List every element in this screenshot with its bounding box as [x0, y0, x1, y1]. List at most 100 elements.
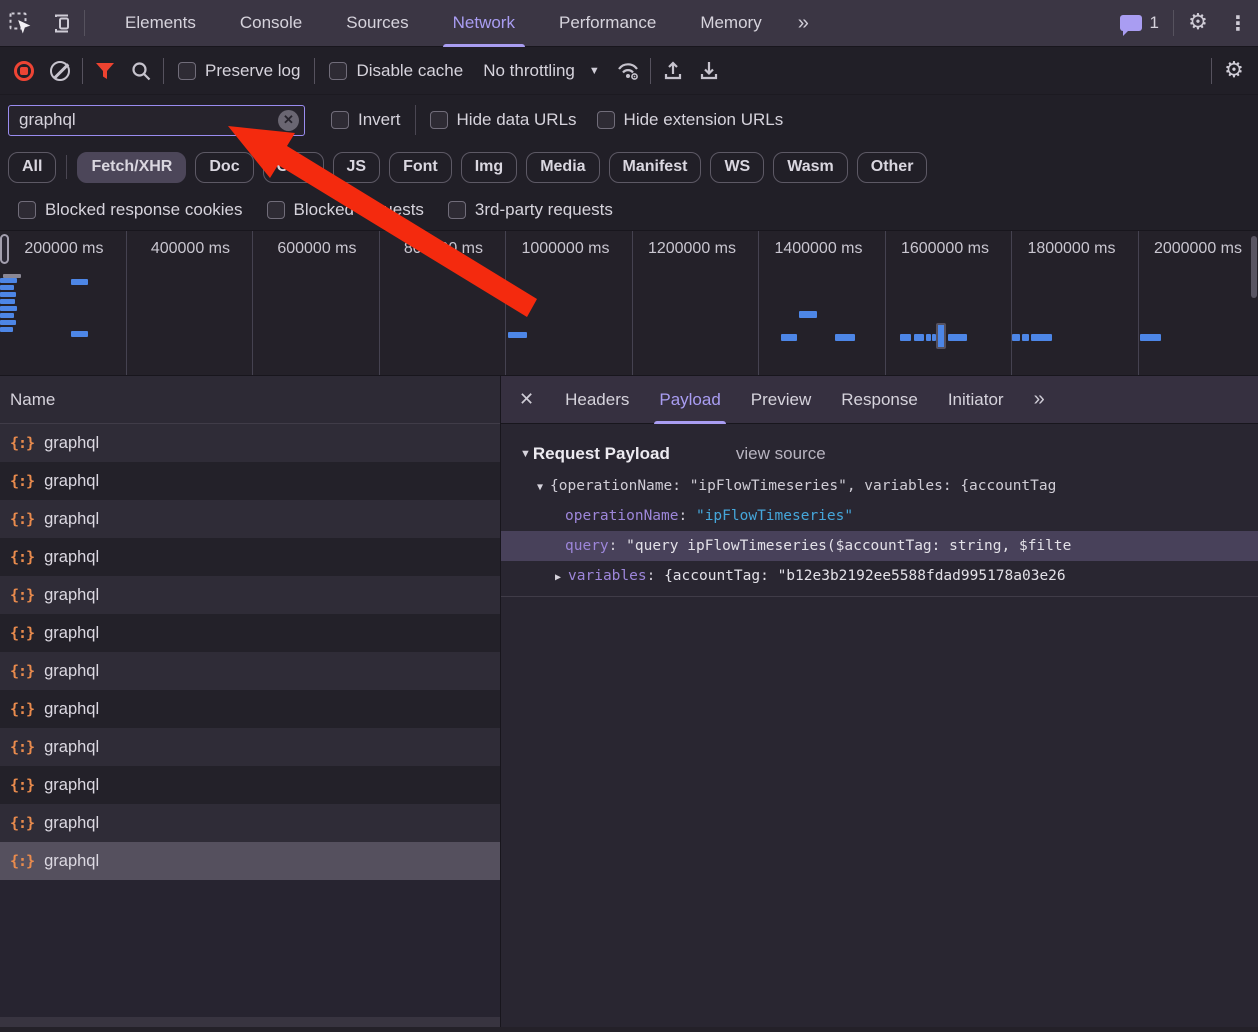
more-tabs-icon[interactable]: »: [784, 0, 823, 47]
import-har-icon[interactable]: [655, 53, 691, 89]
request-row[interactable]: {:}graphql: [0, 424, 500, 462]
settings-gear-icon[interactable]: ⚙: [1178, 0, 1218, 47]
request-row[interactable]: {:}graphql: [0, 842, 500, 880]
payload-view: ▼ Request Payload view source ▼{operatio…: [501, 424, 1258, 597]
details-tab-initiator[interactable]: Initiator: [933, 376, 1019, 424]
filter-chip-fetch-xhr[interactable]: Fetch/XHR: [77, 152, 186, 183]
request-row[interactable]: {:}graphql: [0, 804, 500, 842]
details-tab-preview[interactable]: Preview: [736, 376, 826, 424]
third-party-requests-checkbox[interactable]: 3rd-party requests: [438, 200, 627, 220]
tab-console[interactable]: Console: [218, 0, 324, 47]
request-timing-bar: [0, 313, 14, 318]
tab-performance[interactable]: Performance: [537, 0, 678, 47]
json-icon: {:}: [10, 700, 34, 718]
name-column-header[interactable]: Name: [0, 376, 500, 424]
clear-filter-icon[interactable]: ✕: [278, 110, 299, 131]
request-timing-bar: [0, 306, 17, 311]
filter-chip-wasm[interactable]: Wasm: [773, 152, 848, 183]
details-tab-payload[interactable]: Payload: [644, 376, 735, 424]
blocked-response-cookies-checkbox[interactable]: Blocked response cookies: [8, 200, 257, 220]
request-row[interactable]: {:}graphql: [0, 462, 500, 500]
checkbox-box[interactable]: [430, 111, 448, 129]
checkbox-box[interactable]: [448, 201, 466, 219]
preserve-log-checkbox[interactable]: Preserve log: [168, 61, 310, 81]
request-name: graphql: [44, 624, 99, 643]
checkbox-box[interactable]: [178, 62, 196, 80]
variables-row[interactable]: ▶variables: {accountTag: "b12e3b2192ee55…: [501, 561, 1258, 591]
request-row[interactable]: {:}graphql: [0, 728, 500, 766]
request-row[interactable]: {:}graphql: [0, 766, 500, 804]
request-name: graphql: [44, 776, 99, 795]
tab-memory[interactable]: Memory: [678, 0, 783, 47]
overview-left-handle[interactable]: [0, 234, 9, 264]
request-row[interactable]: {:}graphql: [0, 538, 500, 576]
view-source-link[interactable]: view source: [736, 444, 826, 464]
inspect-element-icon[interactable]: [0, 0, 40, 47]
tab-network[interactable]: Network: [431, 0, 537, 47]
checkbox-box[interactable]: [597, 111, 615, 129]
checkbox-box[interactable]: [267, 201, 285, 219]
filter-input[interactable]: [8, 105, 305, 136]
close-details-icon[interactable]: ✕: [501, 389, 550, 410]
clear-network-log-icon[interactable]: [42, 53, 78, 89]
device-toolbar-icon[interactable]: [40, 0, 80, 47]
details-tab-response[interactable]: Response: [826, 376, 933, 424]
checkbox-box[interactable]: [329, 62, 347, 80]
search-icon[interactable]: [123, 53, 159, 89]
section-divider: [501, 596, 1258, 597]
request-timing-bar: [900, 334, 911, 341]
devtools-window: ElementsConsoleSourcesNetworkPerformance…: [0, 0, 1258, 1032]
timeline-tick-label: 1600000 ms: [886, 231, 1013, 375]
hide-data-urls-checkbox[interactable]: Hide data URLs: [420, 110, 587, 130]
overview-scrollbar[interactable]: [1251, 236, 1257, 298]
request-name: graphql: [44, 852, 99, 871]
hide-extension-urls-checkbox[interactable]: Hide extension URLs: [587, 110, 794, 130]
request-payload-section[interactable]: ▼ Request Payload view source: [501, 437, 1258, 471]
invert-checkbox[interactable]: Invert: [321, 110, 411, 130]
network-overview-timeline[interactable]: 200000 ms400000 ms600000 ms800000 ms1000…: [0, 231, 1258, 376]
export-har-icon[interactable]: [691, 53, 727, 89]
divider: [1173, 10, 1174, 36]
blocked-requests-checkbox[interactable]: Blocked requests: [257, 200, 438, 220]
request-row[interactable]: {:}graphql: [0, 576, 500, 614]
filter-chip-js[interactable]: JS: [333, 152, 381, 183]
payload-summary-row[interactable]: ▼{operationName: "ipFlowTimeseries", var…: [501, 471, 1258, 501]
filter-chip-ws[interactable]: WS: [710, 152, 764, 183]
filter-chip-all[interactable]: All: [8, 152, 56, 183]
filter-chip-font[interactable]: Font: [389, 152, 452, 183]
request-row[interactable]: {:}graphql: [0, 500, 500, 538]
request-row[interactable]: {:}graphql: [0, 652, 500, 690]
filter-chip-css[interactable]: CSS: [263, 152, 324, 183]
network-conditions-icon[interactable]: [610, 53, 646, 89]
network-settings-gear-icon[interactable]: ⚙: [1216, 53, 1252, 89]
filter-chip-other[interactable]: Other: [857, 152, 928, 183]
request-timing-bar: [781, 334, 797, 341]
more-details-tabs-icon[interactable]: »: [1019, 376, 1060, 424]
filter-chip-img[interactable]: Img: [461, 152, 517, 183]
filter-chip-media[interactable]: Media: [526, 152, 599, 183]
checkbox-box[interactable]: [331, 111, 349, 129]
query-row[interactable]: query: "query ipFlowTimeseries($accountT…: [501, 531, 1258, 561]
json-icon: {:}: [10, 548, 34, 566]
request-row[interactable]: {:}graphql: [0, 690, 500, 728]
filter-icon[interactable]: [87, 53, 123, 89]
request-timing-bar: [799, 311, 817, 318]
throttling-dropdown[interactable]: No throttling ▼: [473, 61, 610, 81]
disable-cache-checkbox[interactable]: Disable cache: [319, 61, 473, 81]
record-button[interactable]: [6, 53, 42, 89]
filter-bar: ✕ Invert Hide data URLs Hide extension U…: [0, 95, 1258, 145]
tab-elements[interactable]: Elements: [103, 0, 218, 47]
timeline-tick-label: 200000 ms: [0, 231, 127, 375]
filter-chip-manifest[interactable]: Manifest: [609, 152, 702, 183]
request-row[interactable]: {:}graphql: [0, 614, 500, 652]
request-timing-bar: [1031, 334, 1052, 341]
horizontal-scrollbar[interactable]: [0, 1017, 500, 1027]
more-options-icon[interactable]: ⋮: [1218, 0, 1258, 47]
operation-name-row[interactable]: operationName: "ipFlowTimeseries": [501, 501, 1258, 531]
issues-button[interactable]: 1: [1110, 13, 1169, 33]
details-tab-headers[interactable]: Headers: [550, 376, 644, 424]
request-timing-bar: [1140, 334, 1161, 341]
filter-chip-doc[interactable]: Doc: [195, 152, 253, 183]
checkbox-box[interactable]: [18, 201, 36, 219]
tab-sources[interactable]: Sources: [324, 0, 430, 47]
